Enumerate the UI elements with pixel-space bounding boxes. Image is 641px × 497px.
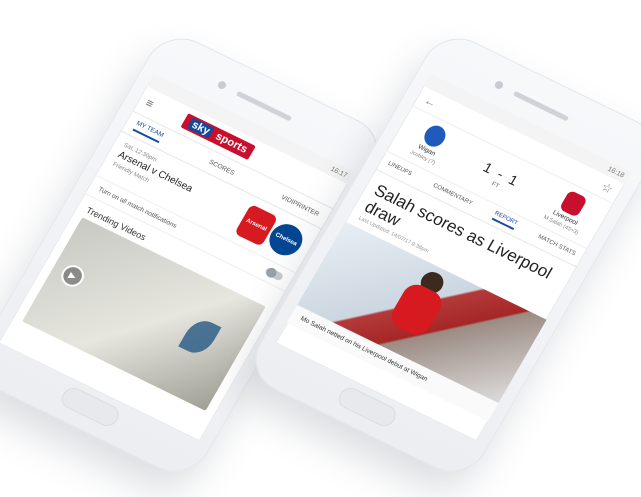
star-icon[interactable]: ☆ [599,180,616,197]
speaker-grille [512,90,570,122]
camera-icon [216,79,228,91]
butterfly-image [178,315,222,359]
tab-scores[interactable]: SCORES [208,158,236,176]
sky-logo-text: sky [186,117,215,139]
notification-toggle[interactable] [264,266,285,282]
camera-icon [493,79,505,91]
play-icon[interactable]: ▶ [57,261,89,291]
tab-lineups[interactable]: LINEUPS [387,161,413,177]
sports-logo-text: sports [213,130,250,156]
back-arrow-icon[interactable]: ← [422,93,440,110]
speaker-grille [235,90,293,122]
score-display: 1 - 1 FT [477,159,523,197]
hamburger-icon[interactable]: ≡ [143,96,164,115]
